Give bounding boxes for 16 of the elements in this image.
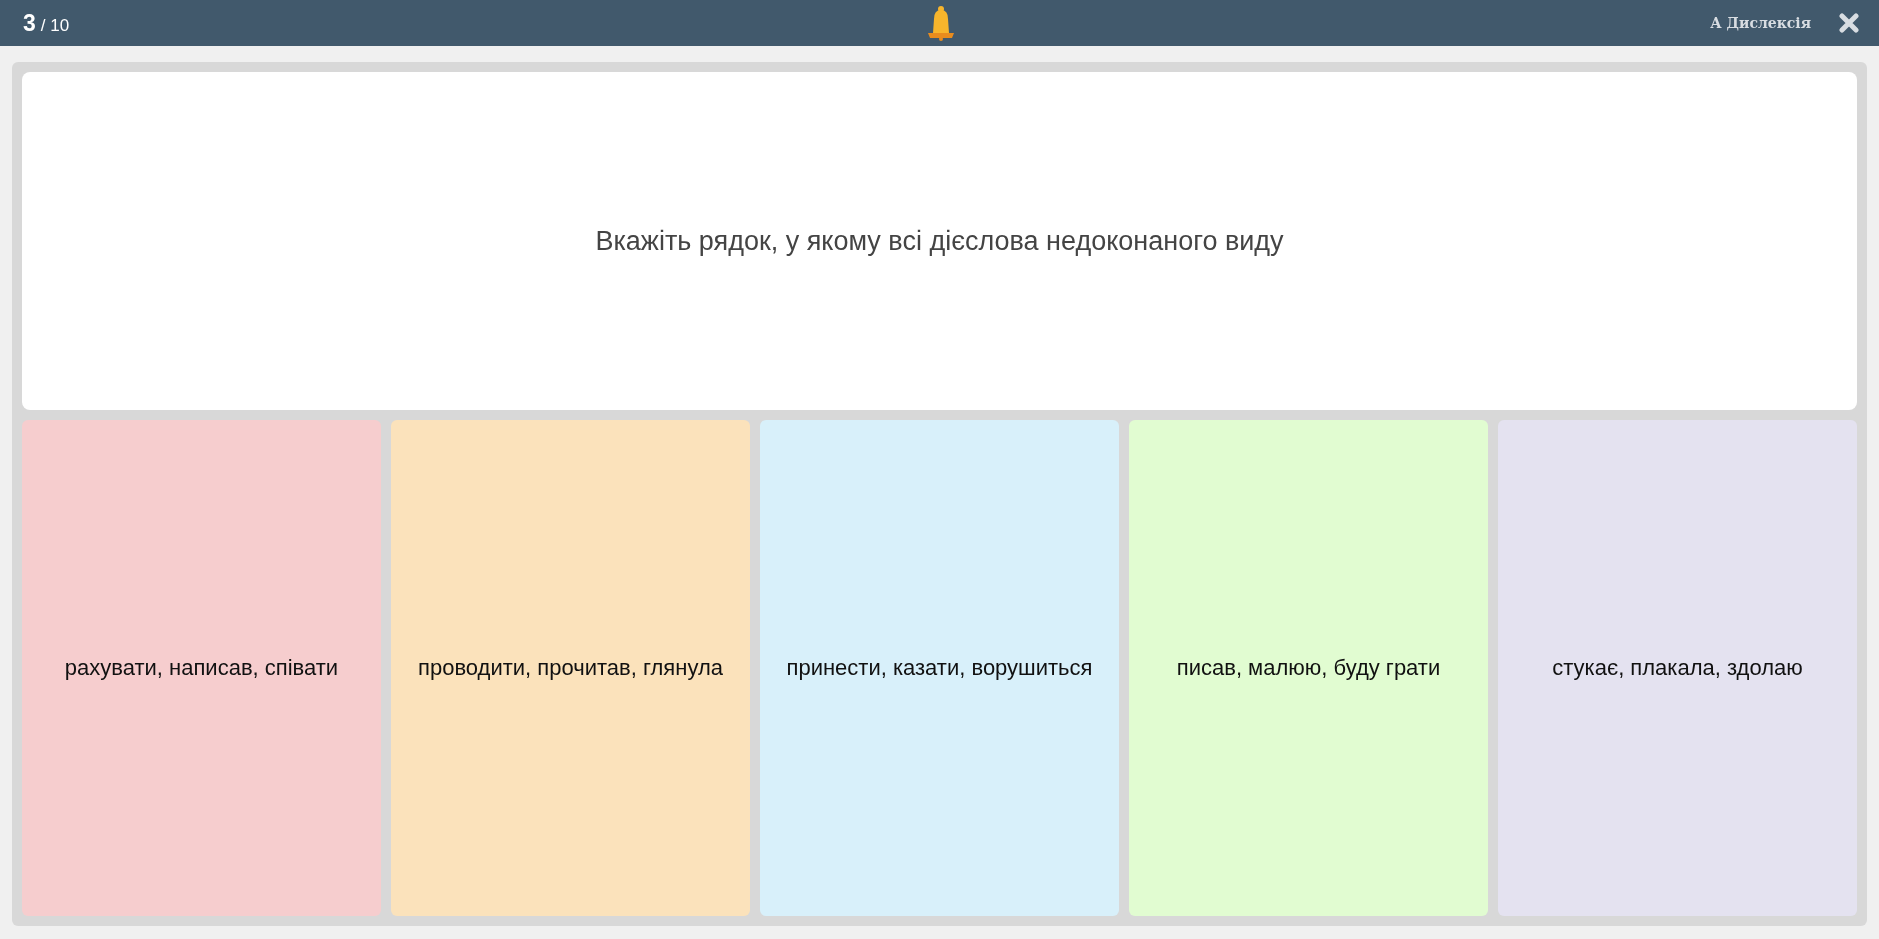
answer-card[interactable]: стукає, плакала, здолаю [1498, 420, 1857, 916]
question-number: 3 [23, 9, 36, 37]
answer-text: принести, казати, ворушиться [786, 655, 1093, 681]
answer-text: писав, малюю, буду грати [1176, 655, 1441, 681]
answer-text: стукає, плакала, здолаю [1552, 655, 1803, 681]
question-total: / 10 [40, 15, 70, 36]
close-icon[interactable] [1839, 13, 1859, 33]
question-text: Вкажіть рядок, у якому всі дієслова недоконаного виду [595, 225, 1284, 257]
answer-card[interactable]: проводити, прочитав, глянула [391, 420, 750, 916]
answer-card[interactable]: принести, казати, ворушиться [760, 420, 1119, 916]
bell-icon[interactable] [926, 5, 956, 41]
dyslexia-font-button[interactable]: А Дислексія [1710, 13, 1811, 33]
answer-text: рахувати, написав, співати [64, 655, 339, 681]
answer-card[interactable]: писав, малюю, буду грати [1129, 420, 1488, 916]
answer-card[interactable]: рахувати, написав, співати [22, 420, 381, 916]
answer-text: проводити, прочитав, глянула [418, 655, 723, 681]
